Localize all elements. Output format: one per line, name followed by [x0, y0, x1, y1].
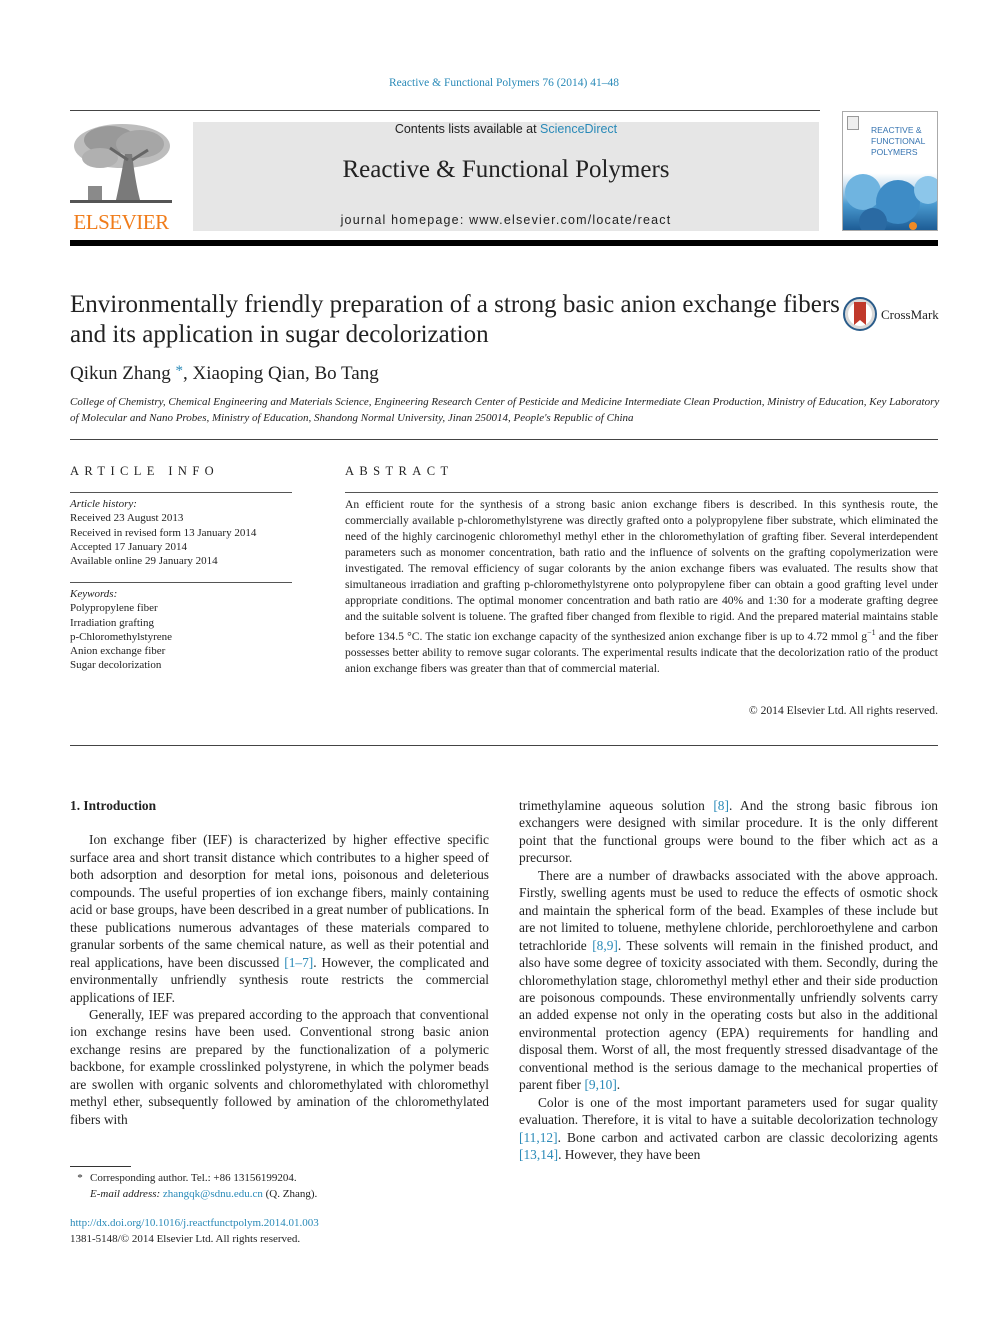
keyword-item: Polypropylene fiber: [70, 602, 158, 615]
doi-link[interactable]: http://dx.doi.org/10.1016/j.reactfunctpo…: [70, 1216, 319, 1232]
citation-link[interactable]: [1–7]: [284, 955, 313, 970]
title-rule: [70, 439, 938, 440]
abstract-superscript: −1: [867, 628, 876, 637]
abstract-heading: ABSTRACT: [345, 464, 454, 478]
header-rule: [70, 110, 820, 111]
contents-prefix: Contents lists available at: [394, 122, 541, 136]
crossmark-label: CrossMark: [881, 307, 939, 322]
citation-link[interactable]: [11,12]: [519, 1130, 558, 1145]
article-info-heading: ARTICLE INFO: [70, 464, 220, 478]
crossmark-button[interactable]: CrossMark: [843, 297, 943, 333]
keywords: Keywords: Polypropylene fiber Irradiatio…: [70, 587, 172, 673]
paragraph-text: Color is one of the most important param…: [519, 1094, 938, 1128]
paragraph-text: .: [616, 1077, 621, 1093]
body-paragraph: Generally, IEF was prepared according to…: [70, 1006, 489, 1128]
abstract-copyright: © 2014 Elsevier Ltd. All rights reserved…: [748, 704, 938, 717]
email-link[interactable]: zhangqk@sdnu.edu.cn: [163, 1188, 263, 1200]
author-affiliation: College of Chemistry, Chemical Engineeri…: [70, 396, 940, 424]
history-item: Accepted 17 January 2014: [70, 540, 187, 553]
journal-homepage-link[interactable]: journal homepage: www.elsevier.com/locat…: [193, 213, 819, 227]
issn-line: 1381-5148/© 2014 Elsevier Ltd. All right…: [70, 1232, 301, 1245]
email-label: E-mail address:: [90, 1187, 163, 1200]
elsevier-mini-logo-icon: [847, 116, 859, 130]
history-item: Received 23 August 2013: [70, 512, 184, 525]
citation-link[interactable]: [8]: [713, 798, 729, 813]
left-paragraphs: Ion exchange fiber (IEF) is characterize…: [70, 831, 489, 1128]
article-title: Environmentally friendly preparation of …: [70, 291, 840, 348]
author-name[interactable]: Bo Tang: [314, 363, 378, 384]
paragraph-text: trimethylamine aqueous solution: [519, 798, 714, 813]
keyword-item: Anion exchange fiber: [70, 645, 166, 658]
history-item: Received in revised form 13 January 2014: [70, 526, 257, 539]
author-name[interactable]: Qikun Zhang: [70, 363, 171, 384]
paragraph-text: Generally, IEF was prepared according to…: [70, 1006, 489, 1127]
article-history-label: Article history:: [70, 498, 137, 510]
author-name[interactable]: Xiaoping Qian: [193, 363, 305, 384]
keyword-item: Sugar decolorization: [70, 659, 162, 672]
tree-icon: [70, 120, 172, 208]
paragraph-text: . Bone carbon and activated carbon are c…: [557, 1129, 938, 1145]
body-paragraph: Ion exchange fiber (IEF) is characterize…: [70, 831, 489, 1006]
body-paragraph: There are a number of drawbacks associat…: [519, 867, 938, 1094]
elsevier-wordmark: ELSEVIER: [73, 210, 169, 234]
author-separator: ,: [183, 363, 193, 384]
abstract-body: An efficient route for the synthesis of …: [345, 498, 938, 643]
keyword-item: p-Chloromethylstyrene: [70, 630, 173, 643]
keyword-item: Irradiation grafting: [70, 616, 154, 629]
body-paragraph: trimethylamine aqueous solution [8]. And…: [519, 797, 938, 867]
body-paragraph: Color is one of the most important param…: [519, 1094, 938, 1164]
journal-citation-link[interactable]: Reactive & Functional Polymers 76 (2014)…: [0, 77, 992, 89]
right-paragraphs: trimethylamine aqueous solution [8]. And…: [519, 797, 938, 1164]
email-suffix: (Q. Zhang).: [262, 1187, 318, 1200]
abstract-bottom-rule: [70, 745, 938, 746]
crossmark-icon: [843, 297, 877, 331]
contents-availability: Contents lists available at ScienceDirec…: [193, 122, 819, 136]
article-history: Article history: Received 23 August 2013…: [70, 497, 256, 568]
doi-block: http://dx.doi.org/10.1016/j.reactfunctpo…: [70, 1216, 319, 1247]
corresponding-author-mark[interactable]: *: [176, 363, 184, 379]
citation-link[interactable]: [13,14]: [519, 1147, 558, 1162]
footnote-mark: *: [77, 1172, 83, 1184]
cover-title-line: REACTIVE &: [871, 125, 922, 135]
cover-title: REACTIVE & FUNCTIONAL POLYMERS: [871, 125, 925, 158]
paragraph-text: Ion exchange fiber (IEF) is characterize…: [70, 832, 489, 970]
section-heading: 1. Introduction: [70, 798, 157, 813]
abstract-text: An efficient route for the synthesis of …: [345, 497, 938, 677]
keywords-label: Keywords:: [70, 588, 118, 600]
body-column-left: 1. Introduction Ion exchange fiber (IEF)…: [70, 797, 489, 1128]
body-column-right: trimethylamine aqueous solution [8]. And…: [519, 797, 938, 1164]
article-info-rule: [70, 492, 292, 493]
sciencedirect-link[interactable]: ScienceDirect: [540, 122, 617, 136]
history-item: Available online 29 January 2014: [70, 555, 218, 568]
abstract-rule: [345, 492, 938, 493]
keywords-rule: [70, 582, 292, 583]
journal-cover-thumbnail[interactable]: REACTIVE & FUNCTIONAL POLYMERS: [842, 111, 938, 231]
cover-bubbles-icon: [845, 174, 937, 230]
author-list: Qikun Zhang *, Xiaoping Qian, Bo Tang: [70, 363, 379, 385]
journal-masthead: Contents lists available at ScienceDirec…: [193, 122, 819, 231]
citation-link[interactable]: [8,9]: [592, 938, 618, 953]
footnote-rule: [70, 1166, 131, 1167]
footnote-text: Corresponding author. Tel.: +86 13156199…: [90, 1172, 297, 1184]
citation-link[interactable]: [9,10]: [584, 1077, 616, 1092]
cover-title-line: FUNCTIONAL: [871, 136, 926, 146]
paragraph-text: . These solvents will remain in the fini…: [519, 937, 939, 1093]
header-thick-rule: [70, 240, 938, 246]
footnote: * Corresponding author. Tel.: +86 1315619…: [70, 1171, 317, 1202]
cover-title-line: POLYMERS: [871, 147, 918, 157]
journal-name: Reactive & Functional Polymers: [342, 156, 670, 183]
paragraph-text: . However, they have been: [558, 1147, 701, 1163]
